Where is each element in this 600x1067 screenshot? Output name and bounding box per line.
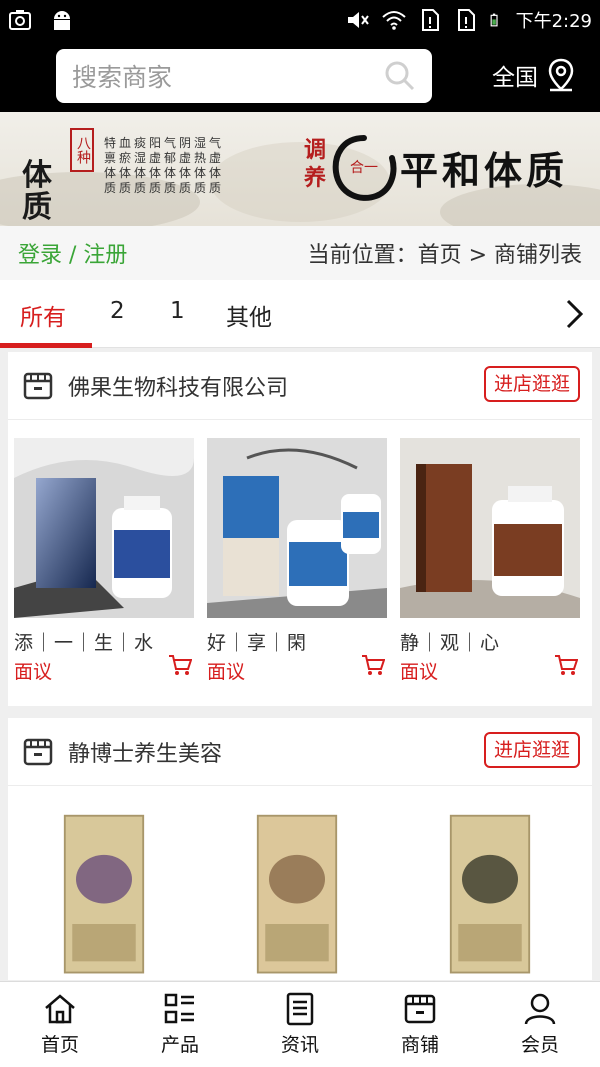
product-price: 面议: [14, 661, 53, 683]
enter-shop-button[interactable]: 进店逛逛: [483, 732, 580, 768]
shop-card: 佛果生物科技有限公司 进店逛逛 添｜一｜生｜水 面议 好｜享｜閑 面议 静｜观｜…: [8, 352, 592, 706]
promo-banner[interactable]: 八种 体质 特血痰阳气阴湿气 禀瘀湿虚郁虚热虚 体体体体体体体体 质质质质质质质…: [0, 112, 600, 226]
product-image[interactable]: [14, 812, 194, 980]
nav-label: 商铺: [400, 1034, 439, 1056]
banner-constitution-grid: 特血痰阳气阴湿气 禀瘀湿虚郁虚热虚 体体体体体体体体 质质质质质质质质: [104, 136, 225, 195]
tab-1[interactable]: 1: [170, 298, 185, 324]
nav-member[interactable]: 会员: [480, 982, 600, 1067]
nav-news[interactable]: 资讯: [240, 982, 360, 1067]
shop-header[interactable]: 静博士养生美容 进店逛逛: [8, 718, 592, 786]
active-tab-indicator: [0, 343, 92, 348]
banner-circle-text: 合一: [350, 160, 378, 176]
store-icon: [23, 738, 53, 765]
top-header: 搜索商家 全国: [0, 40, 600, 112]
product-item[interactable]: [207, 812, 387, 984]
product-image[interactable]: [207, 812, 387, 980]
product-item[interactable]: [400, 812, 580, 984]
product-image[interactable]: [207, 438, 387, 618]
search-bar[interactable]: 搜索商家: [56, 49, 432, 103]
product-item[interactable]: 添｜一｜生｜水 面议: [14, 438, 194, 684]
product-price: 面议: [207, 661, 246, 683]
banner-ink-circle: 合一: [332, 135, 397, 201]
tab-all[interactable]: 所有: [20, 298, 66, 332]
nav-shops[interactable]: 商铺: [360, 982, 480, 1067]
product-item[interactable]: 好｜享｜閑 面议: [207, 438, 387, 684]
region-selector[interactable]: 全国: [492, 58, 576, 92]
category-tabs: 所有 2 1 其他: [0, 280, 600, 348]
cart-icon[interactable]: [168, 654, 192, 676]
banner-seal: 八种: [70, 128, 94, 172]
shop-name[interactable]: 静博士养生美容: [68, 736, 222, 768]
camera-icon: [9, 10, 31, 30]
home-icon: [45, 994, 75, 1024]
battery-icon: [490, 13, 498, 27]
banner-side-text: 调养: [304, 137, 327, 191]
banner-left-mark: 八种 体质: [22, 128, 104, 224]
store-icon: [404, 994, 436, 1024]
nav-label: 会员: [520, 1034, 559, 1056]
enter-shop-button[interactable]: 进店逛逛: [483, 366, 580, 402]
current-location: 当前位置：首页 > 商铺列表: [307, 243, 582, 268]
product-price: 面议: [400, 661, 439, 683]
cart-icon[interactable]: [554, 654, 578, 676]
android-icon: [54, 11, 70, 30]
product-name[interactable]: 静｜观｜心: [400, 628, 580, 655]
shop-header[interactable]: 佛果生物科技有限公司 进店逛逛: [8, 352, 592, 420]
product-name[interactable]: 好｜享｜閑: [207, 628, 387, 655]
store-icon: [23, 372, 53, 399]
nav-home[interactable]: 首页: [0, 982, 120, 1067]
sim2-icon: [457, 9, 475, 31]
nav-label: 首页: [40, 1034, 79, 1056]
search-icon[interactable]: [384, 60, 416, 92]
app-screen: 下午2:29 搜索商家 全国 八种 体质 特血痰阳气阴湿气 禀瘀湿虚郁虚热虚 体…: [0, 0, 600, 1067]
banner-left-title: 体质: [22, 158, 52, 225]
tab-other[interactable]: 其他: [226, 298, 272, 332]
shop-card: 静博士养生美容 进店逛逛: [8, 718, 592, 980]
status-bar: 下午2:29: [0, 0, 600, 40]
product-item[interactable]: [14, 812, 194, 984]
sim1-icon: [421, 9, 439, 31]
shop-name[interactable]: 佛果生物科技有限公司: [68, 370, 288, 402]
location-pin-icon: [548, 58, 574, 92]
user-icon: [524, 993, 556, 1025]
product-image[interactable]: [14, 438, 194, 618]
wifi-icon: [381, 11, 406, 30]
product-image[interactable]: [400, 812, 580, 980]
grid-list-icon: [164, 993, 194, 1024]
banner-right-title: 平和体质: [400, 148, 569, 193]
product-item[interactable]: 静｜观｜心 面议: [400, 438, 580, 684]
search-placeholder: 搜索商家: [72, 63, 173, 92]
breadcrumb: 登录 / 注册 当前位置：首页 > 商铺列表: [0, 226, 600, 280]
tab-2[interactable]: 2: [110, 298, 125, 324]
nav-products[interactable]: 产品: [120, 982, 240, 1067]
product-image[interactable]: [400, 438, 580, 618]
status-time: 下午2:29: [515, 11, 592, 32]
nav-label: 资讯: [280, 1034, 319, 1056]
login-register-link[interactable]: 登录 / 注册: [18, 237, 127, 269]
chevron-right-icon[interactable]: [562, 298, 586, 330]
cart-icon[interactable]: [361, 654, 385, 676]
nav-label: 产品: [160, 1034, 199, 1056]
product-name[interactable]: 添｜一｜生｜水: [14, 628, 194, 655]
region-label: 全国: [492, 65, 538, 91]
bottom-nav: 首页 产品 资讯 商铺 会员: [0, 981, 600, 1067]
news-icon: [286, 992, 314, 1026]
mute-icon: [347, 12, 369, 28]
